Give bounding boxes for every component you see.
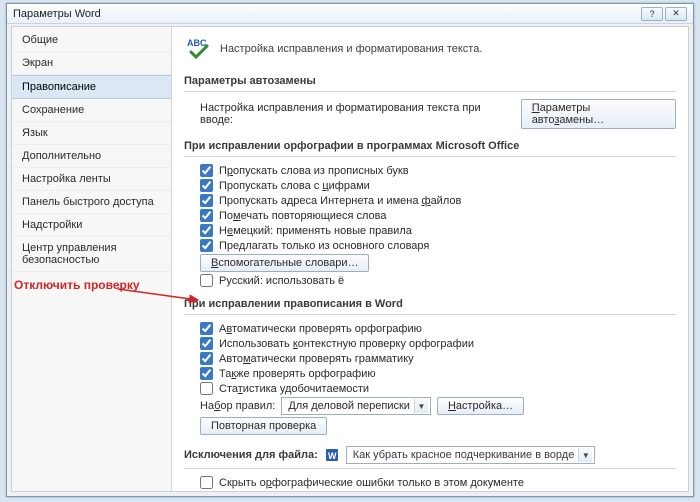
group-exceptions-title: Исключения для файла: W Как убрать красн… bbox=[184, 442, 676, 469]
cb-also-spell[interactable] bbox=[200, 367, 213, 380]
cb-maindict[interactable] bbox=[200, 239, 213, 252]
cb-contextual[interactable] bbox=[200, 337, 213, 350]
cb-hide-spell-doc[interactable] bbox=[200, 476, 213, 489]
ruleset-label: Набор правил: bbox=[200, 400, 275, 412]
cb-repeated[interactable] bbox=[200, 209, 213, 222]
sidebar-item-trust[interactable]: Центр управления безопасностью bbox=[12, 237, 171, 272]
sidebar-item-proofing[interactable]: Правописание bbox=[12, 75, 171, 99]
content-panel: ABC Настройка исправления и форматирован… bbox=[172, 27, 688, 491]
autocorrect-options-button[interactable]: ППараметры автозамены...араметры автозам… bbox=[521, 99, 676, 129]
cb-uppercase[interactable] bbox=[200, 164, 213, 177]
help-button[interactable]: ? bbox=[641, 7, 663, 21]
cb-auto-spell[interactable] bbox=[200, 322, 213, 335]
sidebar-item-save[interactable]: Сохранение bbox=[12, 99, 171, 122]
exceptions-file-select[interactable]: Как убрать красное подчеркивание в ворде… bbox=[346, 446, 596, 464]
sidebar-item-display[interactable]: Экран bbox=[12, 52, 171, 75]
lbl-also-spell: Также проверять орфографию bbox=[219, 368, 376, 380]
svg-text:ABC: ABC bbox=[187, 38, 207, 48]
cb-urls[interactable] bbox=[200, 194, 213, 207]
custom-dictionaries-button[interactable]: Вспомогательные словари… bbox=[200, 254, 369, 272]
cb-auto-grammar[interactable] bbox=[200, 352, 213, 365]
window-title: Параметры Word bbox=[13, 8, 101, 20]
exceptions-file-value: Как убрать красное подчеркивание в ворде bbox=[353, 449, 575, 461]
sidebar-item-language[interactable]: Язык bbox=[12, 122, 171, 145]
cb-readability[interactable] bbox=[200, 382, 213, 395]
page-subtitle: Настройка исправления и форматирования т… bbox=[220, 43, 482, 55]
sidebar-item-advanced[interactable]: Дополнительно bbox=[12, 145, 171, 168]
category-sidebar: Общие Экран Правописание Сохранение Язык… bbox=[12, 27, 172, 491]
group-autocorrect-title: Параметры автозамены bbox=[184, 71, 676, 92]
sidebar-item-qat[interactable]: Панель быстрого доступа bbox=[12, 191, 171, 214]
lbl-german: Немецкий: применять новые правила bbox=[219, 225, 412, 237]
abc-check-icon: ABC bbox=[184, 35, 212, 63]
autocorrect-desc: Настройка исправления и форматирования т… bbox=[200, 102, 515, 126]
lbl-russian-yo: Русский: использовать ё bbox=[219, 275, 344, 287]
lbl-maindict: Предлагать только из основного словаря bbox=[219, 240, 429, 252]
group-word-spell-title: При исправлении правописания в Word bbox=[184, 294, 676, 315]
sidebar-item-ribbon[interactable]: Настройка ленты bbox=[12, 168, 171, 191]
sidebar-item-general[interactable]: Общие bbox=[12, 29, 171, 52]
recheck-button[interactable]: Повторная проверка bbox=[200, 417, 327, 435]
options-dialog: Параметры Word ? ✕ Общие Экран Правописа… bbox=[6, 3, 694, 497]
lbl-urls: Пропускать адреса Интернета и имена файл… bbox=[219, 195, 461, 207]
lbl-digits: Пропускать слова с цифрами bbox=[219, 180, 370, 192]
lbl-readability: Статистика удобочитаемости bbox=[219, 383, 369, 395]
lbl-repeated: Помечать повторяющиеся слова bbox=[219, 210, 387, 222]
titlebar: Параметры Word ? ✕ bbox=[7, 4, 693, 24]
lbl-contextual: Использовать контекстную проверку орфогр… bbox=[219, 338, 474, 350]
word-doc-icon: W bbox=[324, 447, 340, 463]
lbl-uppercase: Пропускать слова из прописных букв bbox=[219, 165, 409, 177]
lbl-hide-spell-doc: Скрыть орфографические ошибки только в э… bbox=[219, 477, 524, 489]
lbl-auto-grammar: Автоматически проверять грамматику bbox=[219, 353, 414, 365]
group-office-spell-title: При исправлении орфографии в программах … bbox=[184, 136, 676, 157]
chevron-down-icon: ▼ bbox=[578, 448, 592, 462]
cb-digits[interactable] bbox=[200, 179, 213, 192]
lbl-auto-spell: Автоматически проверять орфографию bbox=[219, 323, 422, 335]
ruleset-value: Для деловой переписки bbox=[288, 400, 410, 412]
close-button[interactable]: ✕ bbox=[665, 7, 687, 21]
chevron-down-icon: ▼ bbox=[414, 399, 428, 413]
exceptions-label: Исключения для файла: bbox=[184, 449, 318, 461]
sidebar-item-addins[interactable]: Надстройки bbox=[12, 214, 171, 237]
cb-german[interactable] bbox=[200, 224, 213, 237]
svg-text:W: W bbox=[328, 451, 337, 461]
ruleset-select[interactable]: Для деловой переписки ▼ bbox=[281, 397, 431, 415]
ruleset-settings-button[interactable]: Настройка… bbox=[437, 397, 524, 415]
annotation-arrow bbox=[118, 286, 208, 306]
